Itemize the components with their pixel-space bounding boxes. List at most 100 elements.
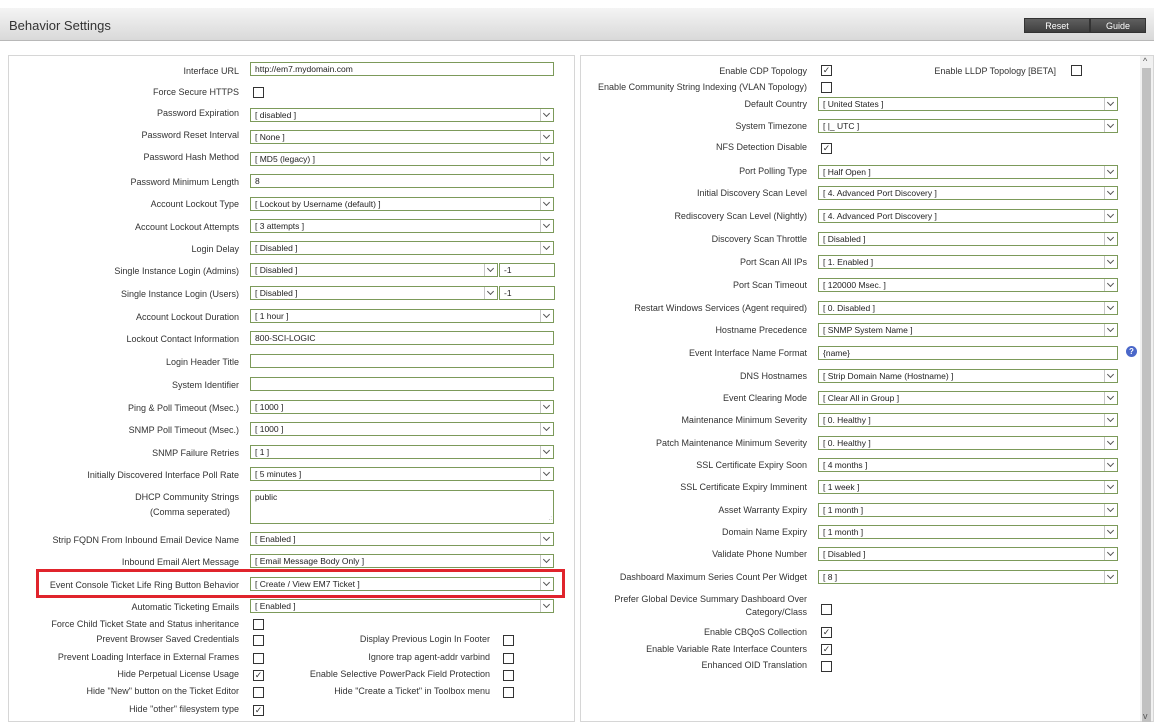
single-instance-admins-number[interactable]: -1 [499, 263, 555, 277]
password-min-length-input[interactable]: 8 [250, 174, 554, 188]
lldp-topology-checkbox[interactable] [1071, 65, 1082, 76]
resize-grip-icon[interactable]: .: [549, 516, 552, 522]
ssl-expiry-imminent-value: [ 1 week ] [823, 482, 860, 492]
account-lockout-type-select[interactable]: [ Lockout by Username (default) ] [250, 197, 554, 211]
ping-poll-timeout-label: Ping & Poll Timeout (Msec.) [127, 403, 239, 413]
nfs-detection-checkbox[interactable]: ✓ [821, 143, 832, 154]
guide-button[interactable]: Guide [1090, 18, 1146, 33]
rediscovery-scan-level-select[interactable]: [ 4. Advanced Port Discovery ] [818, 209, 1118, 223]
initial-scan-level-select[interactable]: [ 4. Advanced Port Discovery ] [818, 186, 1118, 200]
scrollbar[interactable]: ^ v [1140, 56, 1153, 722]
hide-create-ticket-checkbox[interactable] [503, 687, 514, 698]
validate-phone-select[interactable]: [ Disabled ] [818, 547, 1118, 561]
port-scan-all-select[interactable]: [ 1. Enabled ] [818, 255, 1118, 269]
password-reset-interval-label: Password Reset Interval [141, 130, 239, 140]
single-instance-users-select[interactable]: [ Disabled ] [250, 286, 498, 300]
prefer-global-dashboard-checkbox[interactable] [821, 604, 832, 615]
single-instance-users-number[interactable]: -1 [499, 286, 555, 300]
ssl-expiry-soon-select[interactable]: [ 4 months ] [818, 458, 1118, 472]
auto-ticketing-select[interactable]: [ Enabled ] [250, 599, 554, 613]
scroll-down-icon[interactable]: v [1143, 711, 1148, 721]
interface-poll-rate-select[interactable]: [ 5 minutes ] [250, 467, 554, 481]
login-header-title-input[interactable] [250, 354, 554, 368]
domain-expiry-select[interactable]: [ 1 month ] [818, 525, 1118, 539]
hide-perpetual-license-label: Hide Perpetual License Usage [117, 669, 239, 679]
cdp-topology-checkbox[interactable]: ✓ [821, 65, 832, 76]
hide-create-ticket-label: Hide "Create a Ticket" in Toolbox menu [334, 686, 490, 696]
patch-maintenance-severity-select[interactable]: [ 0. Healthy ] [818, 436, 1118, 450]
password-hash-method-select[interactable]: [ MD5 (legacy) ] [250, 152, 554, 166]
highlight-box [36, 569, 565, 598]
maintenance-severity-select[interactable]: [ 0. Healthy ] [818, 413, 1118, 427]
variable-rate-counters-label: Enable Variable Rate Interface Counters [646, 644, 807, 654]
cdp-topology-label: Enable CDP Topology [719, 66, 807, 76]
snmp-failure-retries-select[interactable]: [ 1 ] [250, 445, 554, 459]
force-https-checkbox[interactable] [253, 87, 264, 98]
lockout-duration-select[interactable]: [ 1 hour ] [250, 309, 554, 323]
prevent-external-frames-checkbox[interactable] [253, 653, 264, 664]
asset-warranty-select[interactable]: [ 1 month ] [818, 503, 1118, 517]
scrollbar-thumb[interactable] [1142, 68, 1151, 722]
dns-hostnames-select[interactable]: [ Strip Domain Name (Hostname) ] [818, 369, 1118, 383]
hide-new-button-checkbox[interactable] [253, 687, 264, 698]
dhcp-community-label: DHCP Community Strings [135, 492, 239, 502]
chevron-down-icon [1104, 370, 1117, 382]
selective-powerpack-label: Enable Selective PowerPack Field Protect… [309, 669, 490, 679]
hide-other-filesystem-checkbox[interactable]: ✓ [253, 705, 264, 716]
hide-perpetual-license-checkbox[interactable]: ✓ [253, 670, 264, 681]
selective-powerpack-checkbox[interactable] [503, 670, 514, 681]
default-country-select[interactable]: [ United States ] [818, 97, 1118, 111]
port-scan-timeout-label: Port Scan Timeout [732, 280, 807, 290]
prevent-saved-credentials-checkbox[interactable] [253, 635, 264, 646]
system-identifier-input[interactable] [250, 377, 554, 391]
chevron-down-icon [1104, 481, 1117, 493]
restart-windows-services-select[interactable]: [ 0. Disabled ] [818, 301, 1118, 315]
help-icon[interactable]: ? [1126, 346, 1137, 357]
system-timezone-select[interactable]: [ |_ UTC ] [818, 119, 1118, 133]
port-polling-type-select[interactable]: [ Half Open ] [818, 165, 1118, 179]
snmp-poll-timeout-select[interactable]: [ 1000 ] [250, 422, 554, 436]
chevron-down-icon [1104, 98, 1117, 110]
password-expiration-select[interactable]: [ disabled ] [250, 108, 554, 122]
dhcp-community-textarea[interactable]: public.: [250, 490, 554, 524]
single-instance-users-label: Single Instance Login (Users) [120, 289, 239, 299]
strip-fqdn-select[interactable]: [ Enabled ] [250, 532, 554, 546]
login-delay-value: [ Disabled ] [255, 243, 298, 253]
hide-other-filesystem-label: Hide "other" filesystem type [129, 704, 239, 714]
default-country-label: Default Country [744, 99, 807, 109]
port-scan-timeout-select[interactable]: [ 120000 Msec. ] [818, 278, 1118, 292]
initial-scan-level-value: [ 4. Advanced Port Discovery ] [823, 188, 937, 198]
lldp-topology-label: Enable LLDP Topology [BETA] [934, 66, 1056, 76]
single-instance-admins-select[interactable]: [ Disabled ] [250, 263, 498, 277]
interface-name-format-input[interactable]: {name} [818, 346, 1118, 360]
account-lockout-attempts-select[interactable]: [ 3 attempts ] [250, 219, 554, 233]
interface-url-input[interactable]: http://em7.mydomain.com [250, 62, 554, 76]
enhanced-oid-checkbox[interactable] [821, 661, 832, 672]
event-clearing-mode-select[interactable]: [ Clear All in Group ] [818, 391, 1118, 405]
strip-fqdn-label: Strip FQDN From Inbound Email Device Nam… [52, 535, 239, 545]
ping-poll-timeout-value: [ 1000 ] [255, 402, 284, 412]
inbound-email-message-select[interactable]: [ Email Message Body Only ] [250, 554, 554, 568]
vlan-topology-checkbox[interactable] [821, 82, 832, 93]
variable-rate-counters-checkbox[interactable]: ✓ [821, 644, 832, 655]
login-delay-select[interactable]: [ Disabled ] [250, 241, 554, 255]
hostname-precedence-select[interactable]: [ SNMP System Name ] [818, 323, 1118, 337]
scan-throttle-select[interactable]: [ Disabled ] [818, 232, 1118, 246]
ignore-trap-checkbox[interactable] [503, 653, 514, 664]
chevron-down-icon [1104, 526, 1117, 538]
validate-phone-value: [ Disabled ] [823, 549, 866, 559]
dashboard-max-series-select[interactable]: [ 8 ] [818, 570, 1118, 584]
password-expiration-value: [ disabled ] [255, 110, 297, 120]
ping-poll-timeout-select[interactable]: [ 1000 ] [250, 400, 554, 414]
reset-button[interactable]: Reset [1024, 18, 1090, 33]
password-reset-interval-select[interactable]: [ None ] [250, 130, 554, 144]
force-child-ticket-checkbox[interactable] [253, 619, 264, 630]
previous-login-footer-checkbox[interactable] [503, 635, 514, 646]
maintenance-severity-value: [ 0. Healthy ] [823, 415, 871, 425]
cbqos-collection-checkbox[interactable]: ✓ [821, 627, 832, 638]
force-https-label: Force Secure HTTPS [152, 87, 239, 97]
chevron-down-icon [1104, 459, 1117, 471]
scroll-up-icon[interactable]: ^ [1143, 56, 1147, 66]
lockout-contact-input[interactable]: 800-SCI-LOGIC [250, 331, 554, 345]
ssl-expiry-imminent-select[interactable]: [ 1 week ] [818, 480, 1118, 494]
